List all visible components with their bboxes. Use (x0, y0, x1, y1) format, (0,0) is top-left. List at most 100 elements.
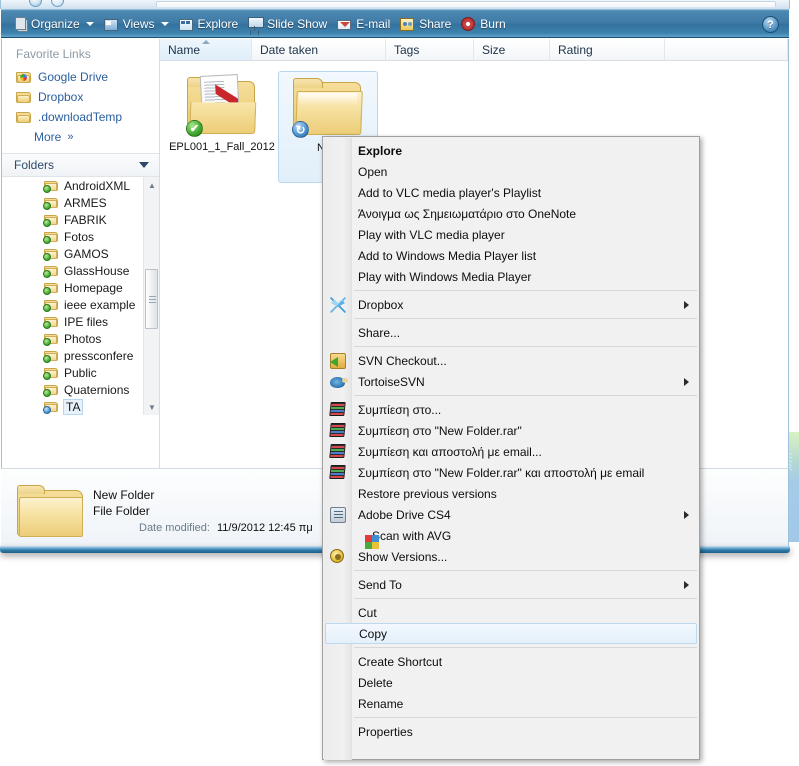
folder-google-drive-icon (16, 71, 31, 84)
chevron-down-icon (160, 21, 169, 26)
menu-item-label: Rename (358, 696, 404, 711)
column-header[interactable]: Tags (386, 39, 474, 60)
menu-item-label: Delete (358, 675, 393, 690)
column-header[interactable]: Rating (550, 39, 665, 60)
menu-item[interactable]: Συμπίεση στο "New Folder.rar" (323, 420, 699, 441)
folder-tree-item[interactable]: Photos (2, 330, 159, 347)
menu-item[interactable]: Restore previous versions (323, 483, 699, 504)
folder-tree-item-label: GlassHouse (64, 263, 130, 278)
column-header[interactable]: Date taken (252, 39, 386, 60)
scroll-up-arrow-icon[interactable]: ▲ (144, 177, 159, 193)
column-header-label: Rating (558, 42, 593, 57)
menu-item[interactable]: Add to Windows Media Player list (323, 245, 699, 266)
status-badge-syncing-icon: ↻ (292, 121, 309, 138)
folder-tree-scrollbar[interactable]: ▲ ▼ (143, 177, 159, 415)
menu-item[interactable]: Άνοιγμα ως Σημειωματάριο στο OneNote (323, 203, 699, 224)
menu-item[interactable]: Send To (323, 574, 699, 595)
toolbar-button-slide-show[interactable]: Slide Show (243, 13, 332, 35)
address-bar-remnant[interactable] (156, 1, 776, 7)
menu-item[interactable]: Show Versions... (323, 546, 699, 567)
favorite-link-downloadtemp[interactable]: .downloadTemp (2, 107, 159, 127)
folders-header[interactable]: Folders (2, 153, 159, 177)
toolbar-label: Views (122, 16, 155, 31)
back-button[interactable] (29, 0, 42, 7)
folder-tree-item[interactable]: pressconfere (2, 347, 159, 364)
menu-item[interactable]: Add to VLC media player's Playlist (323, 182, 699, 203)
menu-item-label: Share... (358, 325, 401, 340)
menu-item[interactable]: Properties (323, 721, 699, 742)
folder-icon (43, 231, 58, 244)
help-icon[interactable]: ? (762, 16, 779, 33)
sort-ascending-icon (201, 40, 210, 44)
menu-item[interactable]: TortoiseSVN (323, 371, 699, 392)
favorite-link-google-drive[interactable]: Google Drive (2, 67, 159, 87)
explore-icon (178, 18, 193, 31)
menu-item[interactable]: Play with Windows Media Player (323, 266, 699, 287)
folder-tree-item[interactable]: TA (2, 398, 159, 415)
menu-item[interactable]: Copy (325, 623, 697, 644)
menu-item[interactable]: Rename (323, 693, 699, 714)
favorite-link-label: Dropbox (38, 90, 84, 104)
folder-tree-item[interactable]: Quaternions (2, 381, 159, 398)
scroll-down-arrow-icon[interactable]: ▼ (144, 399, 159, 415)
menu-item[interactable]: Scan with AVG (323, 525, 699, 549)
favorite-link-dropbox[interactable]: Dropbox (2, 87, 159, 107)
menu-item[interactable]: SVN Checkout... (323, 350, 699, 371)
folder-tree-item[interactable]: Public (2, 364, 159, 381)
toolbar-button-email[interactable]: E-mail (332, 13, 395, 35)
more-links-button[interactable]: More » (2, 127, 159, 147)
menu-separator (354, 598, 697, 599)
folder-tree-rows: AndroidXML ARMES FABRIK Fotos GAMOS GlassHous… (2, 177, 159, 415)
forward-button[interactable] (51, 0, 64, 7)
menu-item[interactable]: Dropbox (323, 294, 699, 315)
folder-tree-item[interactable]: GlassHouse (2, 262, 159, 279)
folder-tree-item[interactable]: ARMES (2, 194, 159, 211)
views-icon (103, 18, 118, 31)
folder-tree-item-label: IPE files (64, 314, 109, 329)
menu-item[interactable]: Συμπίεση και αποστολή με email... (323, 441, 699, 462)
folder-tree-item[interactable]: Fotos (2, 228, 159, 245)
menu-item-label: Add to Windows Media Player list (358, 248, 537, 263)
folder-tree-item-label: Photos (64, 331, 102, 346)
menu-item[interactable]: Συμπίεση στο "New Folder.rar" και αποστο… (323, 462, 699, 483)
folder-icon: ↻ (291, 76, 365, 138)
menu-separator (354, 717, 697, 718)
column-header[interactable] (665, 39, 788, 60)
menu-item-label: Add to VLC media player's Playlist (358, 185, 542, 200)
scrollbar-thumb[interactable] (145, 269, 158, 329)
folder-tree-item[interactable]: AndroidXML (2, 177, 159, 194)
nav-buttons[interactable] (25, 0, 85, 8)
toolbar-button-explore[interactable]: Explore (174, 13, 244, 35)
menu-item-label: Properties (358, 724, 413, 739)
menu-item[interactable]: Explore (323, 140, 699, 161)
folder-icon (43, 350, 58, 363)
folder-tree-item-label: pressconfere (64, 348, 134, 363)
file-tile-epl001[interactable]: dobe ✔ EPL001_1_Fall_2012 (169, 71, 275, 183)
menu-item[interactable]: Create Shortcut (323, 651, 699, 672)
folder-tree-item[interactable]: IPE files (2, 313, 159, 330)
toolbar-button-organize[interactable]: Organize (9, 13, 99, 35)
toolbar-button-views[interactable]: Views (99, 13, 174, 35)
toolbar-button-share[interactable]: Share (395, 13, 456, 35)
details-folder-icon (15, 482, 87, 540)
column-header[interactable]: Size (474, 39, 550, 60)
folder-tree-item[interactable]: ieee example (2, 296, 159, 313)
menu-item[interactable]: Open (323, 161, 699, 182)
menu-separator (354, 346, 697, 347)
menu-item[interactable]: Cut (323, 602, 699, 623)
menu-item[interactable]: Συμπίεση στο... (323, 399, 699, 420)
folder-tree-item[interactable]: GAMOS (2, 245, 159, 262)
toolbar-label: E-mail (356, 16, 391, 31)
menu-item-label: Show Versions... (358, 549, 448, 564)
folder-tree-item-label: AndroidXML (64, 178, 131, 193)
folder-tree-item-label: TA (62, 398, 84, 415)
menu-item[interactable]: Share... (323, 322, 699, 343)
menu-item[interactable]: Play with VLC media player (323, 224, 699, 245)
column-header[interactable]: Name (160, 39, 252, 60)
menu-item[interactable]: Adobe Drive CS4 (323, 504, 699, 525)
menu-item[interactable]: Delete (323, 672, 699, 693)
menu-separator (354, 395, 697, 396)
toolbar-button-burn[interactable]: Burn (456, 13, 510, 35)
folder-tree-item[interactable]: FABRIK (2, 211, 159, 228)
folder-tree-item[interactable]: Homepage (2, 279, 159, 296)
